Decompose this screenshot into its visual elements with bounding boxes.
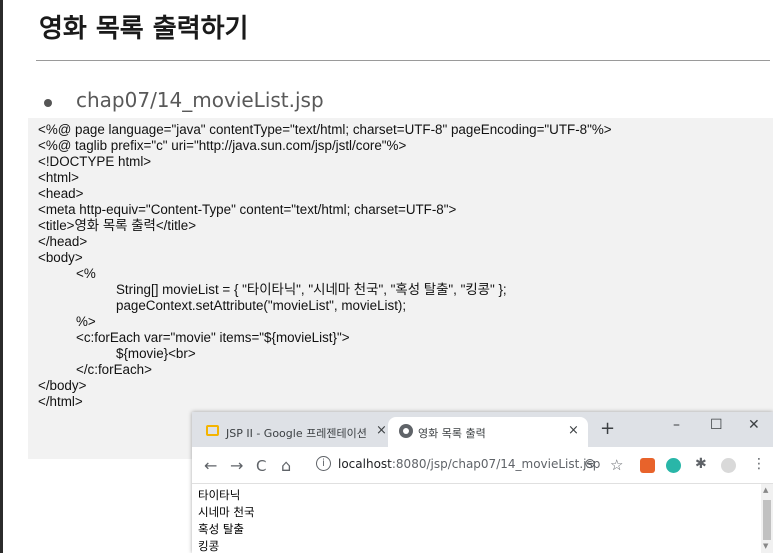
minimize-button[interactable]: – — [673, 417, 680, 433]
vertical-scrollbar[interactable]: ▲ ▼ — [761, 484, 773, 553]
home-button[interactable]: ⌂ — [281, 456, 291, 475]
extensions-puzzle-icon[interactable]: ✱ — [695, 456, 707, 472]
tab-movie-list[interactable]: 영화 목록 출력 × — [388, 417, 588, 447]
code-line: String[] movieList = { "타이타닉", "시네마 천국",… — [116, 282, 507, 297]
code-line: <%@ taglib prefix="c" uri="http://java.s… — [38, 138, 407, 153]
scroll-down-icon[interactable]: ▼ — [763, 542, 768, 550]
site-info-icon[interactable]: i — [316, 456, 331, 471]
bullet-filename: chap07/14_movieList.jsp — [76, 88, 324, 112]
zoom-icon[interactable]: ⊖ — [584, 456, 596, 472]
code-line: </c:forEach> — [76, 362, 152, 377]
code-line: pageContext.setAttribute("movieList", mo… — [116, 298, 407, 313]
movie-item: 타이타닉 — [198, 488, 241, 502]
reload-button[interactable]: C — [256, 457, 266, 475]
tab-close-icon[interactable]: × — [568, 423, 579, 438]
url-text[interactable]: localhost:8080/jsp/chap07/14_movieList.j… — [338, 457, 600, 471]
tab-label: 영화 목록 출력 — [418, 427, 486, 440]
code-line: ${movie}<br> — [116, 346, 196, 361]
new-tab-button[interactable]: + — [600, 418, 615, 439]
page-content: 타이타닉 시네마 천국 혹성 탈출 킹콩 — [192, 484, 773, 553]
slide-title: 영화 목록 출력하기 — [39, 14, 249, 44]
code-line: <title>영화 목록 출력</title> — [38, 218, 197, 233]
profile-avatar-icon[interactable] — [721, 458, 736, 473]
code-line: <c:forEach var="movie" items="${movieLis… — [76, 330, 350, 345]
tab-google-slides[interactable]: JSP II - Google 프레젠테이션 × — [196, 417, 387, 447]
code-line: </head> — [38, 234, 88, 249]
close-window-button[interactable]: ✕ — [748, 417, 760, 433]
code-line: <head> — [38, 186, 84, 201]
browser-window: JSP II - Google 프레젠테이션 × 영화 목록 출력 × + – … — [192, 412, 773, 553]
tab-bar: JSP II - Google 프레젠테이션 × 영화 목록 출력 × + – … — [192, 412, 773, 447]
code-line: </body> — [38, 378, 87, 393]
code-line: %> — [76, 314, 96, 329]
bullet-dot-icon — [44, 99, 52, 107]
extension-icon[interactable] — [640, 458, 655, 473]
google-slides-icon — [206, 425, 219, 436]
chrome-page-icon — [399, 424, 413, 438]
movie-item: 킹콩 — [198, 539, 220, 553]
menu-icon[interactable]: ⋮ — [752, 456, 766, 472]
code-line: </html> — [38, 394, 83, 409]
code-line: <%@ page language="java" contentType="te… — [38, 122, 612, 137]
title-divider — [36, 60, 770, 61]
tab-label: JSP II - Google 프레젠테이션 — [226, 427, 367, 440]
code-line: <meta http-equiv="Content-Type" content=… — [38, 202, 457, 217]
browser-toolbar: ← → C ⌂ i localhost:8080/jsp/chap07/14_m… — [192, 447, 773, 484]
code-line: <html> — [38, 170, 79, 185]
scroll-thumb[interactable] — [763, 500, 771, 540]
movie-item: 혹성 탈출 — [198, 522, 244, 536]
maximize-button[interactable]: ☐ — [710, 417, 723, 433]
code-block: <%@ page language="java" contentType="te… — [28, 118, 773, 459]
tab-close-icon[interactable]: × — [376, 423, 387, 438]
url-path: :8080/jsp/chap07/14_movieList.jsp — [391, 457, 601, 471]
back-button[interactable]: ← — [204, 456, 217, 475]
code-line: <% — [76, 266, 96, 281]
scroll-up-icon[interactable]: ▲ — [763, 486, 768, 494]
slide-left-border — [0, 0, 3, 553]
forward-button[interactable]: → — [230, 456, 243, 475]
code-line: <body> — [38, 250, 83, 265]
url-host: localhost — [338, 457, 392, 471]
bookmark-star-icon[interactable]: ☆ — [610, 456, 623, 474]
code-line: <!DOCTYPE html> — [38, 154, 152, 169]
extension-icon[interactable] — [666, 458, 681, 473]
movie-item: 시네마 천국 — [198, 505, 255, 519]
